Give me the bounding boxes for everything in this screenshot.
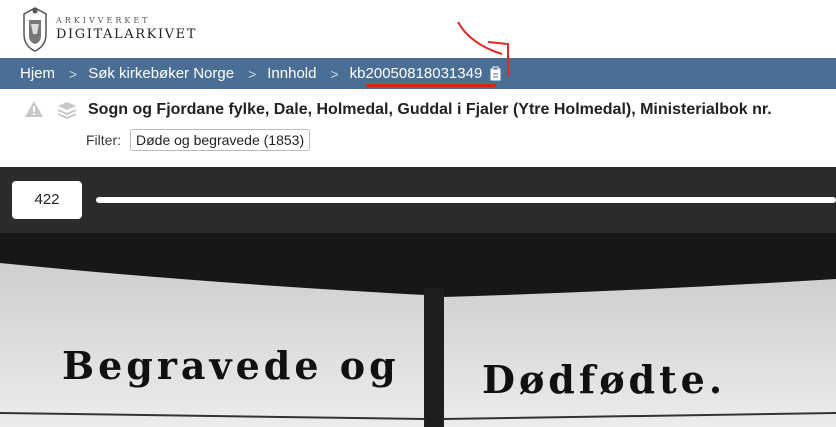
scan-heading-right: Dødfødte. <box>482 357 726 402</box>
logo-title: DIGITALARKIVET <box>56 27 198 42</box>
filter-select[interactable]: Døde og begravede (1853) <box>130 129 311 151</box>
breadcrumb-separator: > <box>248 65 257 82</box>
breadcrumb-separator: > <box>330 65 339 82</box>
record-header: Sogn og Fjordane fylke, Dale, Holmedal, … <box>0 89 836 167</box>
page-slider[interactable] <box>96 197 836 203</box>
breadcrumb-separator: > <box>69 65 78 82</box>
breadcrumb-search[interactable]: Søk kirkebøker Norge <box>88 65 234 82</box>
viewer-toolbar <box>0 167 836 233</box>
breadcrumb-content[interactable]: Innhold <box>267 65 316 82</box>
page-title: Sogn og Fjordane fylke, Dale, Holmedal, … <box>88 101 772 118</box>
filter-label: Filter: <box>86 132 121 148</box>
layers-icon[interactable] <box>57 100 77 120</box>
page-number-input[interactable] <box>12 181 82 219</box>
highlight-underline <box>366 84 496 87</box>
top-header: ARKIVVERKET DIGITALARKIVET <box>0 0 836 58</box>
scan-drawing: Begravede og Dødfødte. <box>0 233 836 427</box>
scan-heading-left: Begravede og <box>62 343 400 388</box>
scanned-page-image: Begravede og Dødfødte. <box>0 233 836 427</box>
site-logo[interactable]: ARKIVVERKET DIGITALARKIVET <box>20 4 197 52</box>
logo-subtitle: ARKIVVERKET <box>56 16 151 25</box>
warning-icon[interactable] <box>24 100 44 118</box>
breadcrumb-home[interactable]: Hjem <box>20 65 55 82</box>
annotation-arrow-icon <box>457 21 509 76</box>
coat-of-arms-icon <box>23 7 47 52</box>
